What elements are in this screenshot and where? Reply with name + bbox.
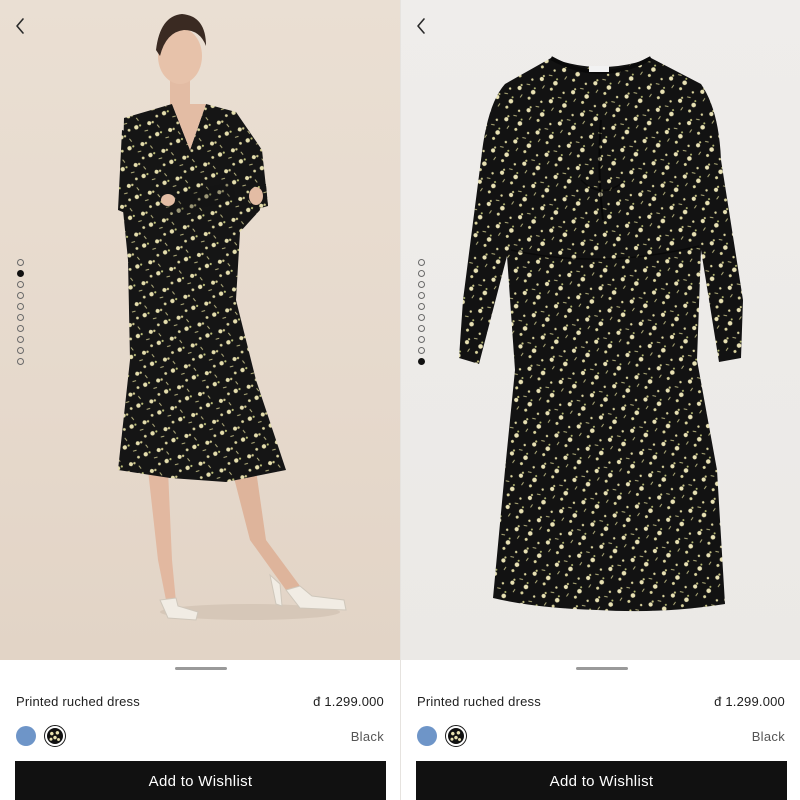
product-panel-right: Printed ruched dress đ 1.299.000 Black A… [400,0,800,800]
selected-color-label: Black [751,728,785,744]
product-price: đ 1.299.000 [313,694,384,709]
pagination-dot[interactable] [418,303,425,310]
flat-lay-dress-image [459,56,743,612]
pagination-dot[interactable] [17,281,24,288]
pagination-dot[interactable] [418,325,425,332]
image-pagination [418,259,428,365]
product-info-sheet: Printed ruched dress đ 1.299.000 Black A… [0,660,400,800]
blue-swatch[interactable] [417,726,437,746]
pagination-dot[interactable] [418,292,425,299]
sheet-drag-handle[interactable] [175,667,227,670]
chevron-left-icon [417,18,425,34]
back-button[interactable] [411,14,433,38]
print-pattern-thumb [448,728,464,744]
product-title-row: Printed ruched dress đ 1.299.000 [16,694,384,709]
sheet-drag-handle[interactable] [576,667,628,670]
product-name: Printed ruched dress [417,694,541,709]
image-pagination [17,259,27,365]
add-to-wishlist-button[interactable]: Add to Wishlist [416,761,787,800]
product-info-sheet: Printed ruched dress đ 1.299.000 Black A… [401,660,800,800]
color-selector: Black [417,724,785,748]
pagination-dot[interactable] [17,314,24,321]
pagination-dot[interactable] [17,259,24,266]
print-pattern-thumb [47,728,63,744]
product-image-model[interactable] [0,0,400,660]
pagination-dot[interactable] [418,281,425,288]
back-button[interactable] [10,14,32,38]
product-panel-left: Printed ruched dress đ 1.299.000 Black A… [0,0,400,800]
chevron-left-icon [16,18,24,34]
black-print-swatch[interactable] [445,725,467,747]
pagination-dot[interactable] [418,259,425,266]
blue-swatch[interactable] [16,726,36,746]
product-price: đ 1.299.000 [714,694,785,709]
selected-color-label: Black [350,728,384,744]
model-wearing-dress-image [118,14,347,621]
color-selector: Black [16,724,384,748]
pagination-dot[interactable] [17,292,24,299]
pagination-dot[interactable] [418,347,425,354]
product-compare-view: Printed ruched dress đ 1.299.000 Black A… [0,0,800,800]
pagination-dot-active[interactable] [17,270,24,277]
pagination-dot[interactable] [17,336,24,343]
pagination-dot[interactable] [418,314,425,321]
black-print-swatch[interactable] [44,725,66,747]
pagination-dot[interactable] [17,303,24,310]
product-name: Printed ruched dress [16,694,140,709]
pagination-dot[interactable] [17,325,24,332]
product-image-flat[interactable] [401,0,800,660]
pagination-dot[interactable] [418,270,425,277]
pagination-dot[interactable] [418,336,425,343]
pagination-dot[interactable] [17,347,24,354]
pagination-dot-active[interactable] [418,358,425,365]
add-to-wishlist-button[interactable]: Add to Wishlist [15,761,386,800]
product-title-row: Printed ruched dress đ 1.299.000 [417,694,785,709]
pagination-dot[interactable] [17,358,24,365]
